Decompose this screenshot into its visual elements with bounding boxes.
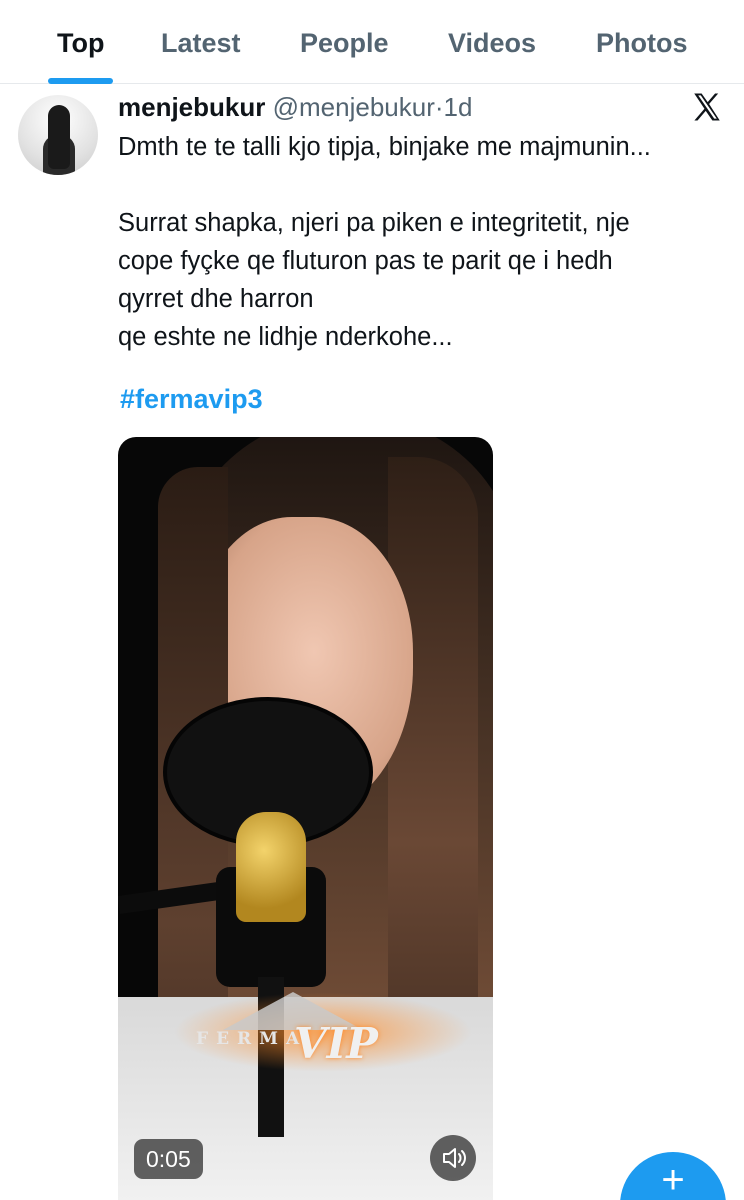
compose-plus-icon: +	[661, 1158, 685, 1200]
video-player[interactable]: FERMA VIP 0:05	[118, 437, 493, 1200]
active-tab-indicator	[48, 78, 113, 84]
tab-photos[interactable]: Photos	[596, 24, 688, 64]
search-tabs: Top Latest People Videos Photos	[0, 0, 744, 84]
display-name[interactable]: menjebukur	[118, 92, 265, 122]
separator-dot: ·	[434, 92, 444, 122]
tab-people[interactable]: People	[300, 24, 389, 64]
overlay-logo-text: FERMA	[196, 1029, 308, 1049]
tab-top[interactable]: Top	[57, 24, 104, 64]
avatar[interactable]	[18, 95, 98, 175]
overlay-logo-vip: VIP	[294, 1019, 378, 1068]
compose-button[interactable]: +	[620, 1152, 726, 1200]
tweet-text: Dmth te te talli kjo tipja, binjake me m…	[118, 133, 651, 351]
speaker-muted-icon	[443, 1148, 466, 1168]
microphone	[236, 812, 306, 922]
mute-button[interactable]	[430, 1135, 476, 1181]
hashtag-link[interactable]: #fermavip3	[120, 384, 263, 415]
video-duration: 0:05	[134, 1139, 203, 1179]
tab-latest[interactable]: Latest	[161, 24, 241, 64]
user-handle[interactable]: @menjebukur	[273, 92, 435, 122]
tweet-time[interactable]: 1d	[444, 92, 473, 122]
tab-videos[interactable]: Videos	[448, 24, 536, 64]
x-logo-icon	[694, 93, 720, 121]
tweet-header: menjebukur @menjebukur·1d	[118, 90, 472, 124]
